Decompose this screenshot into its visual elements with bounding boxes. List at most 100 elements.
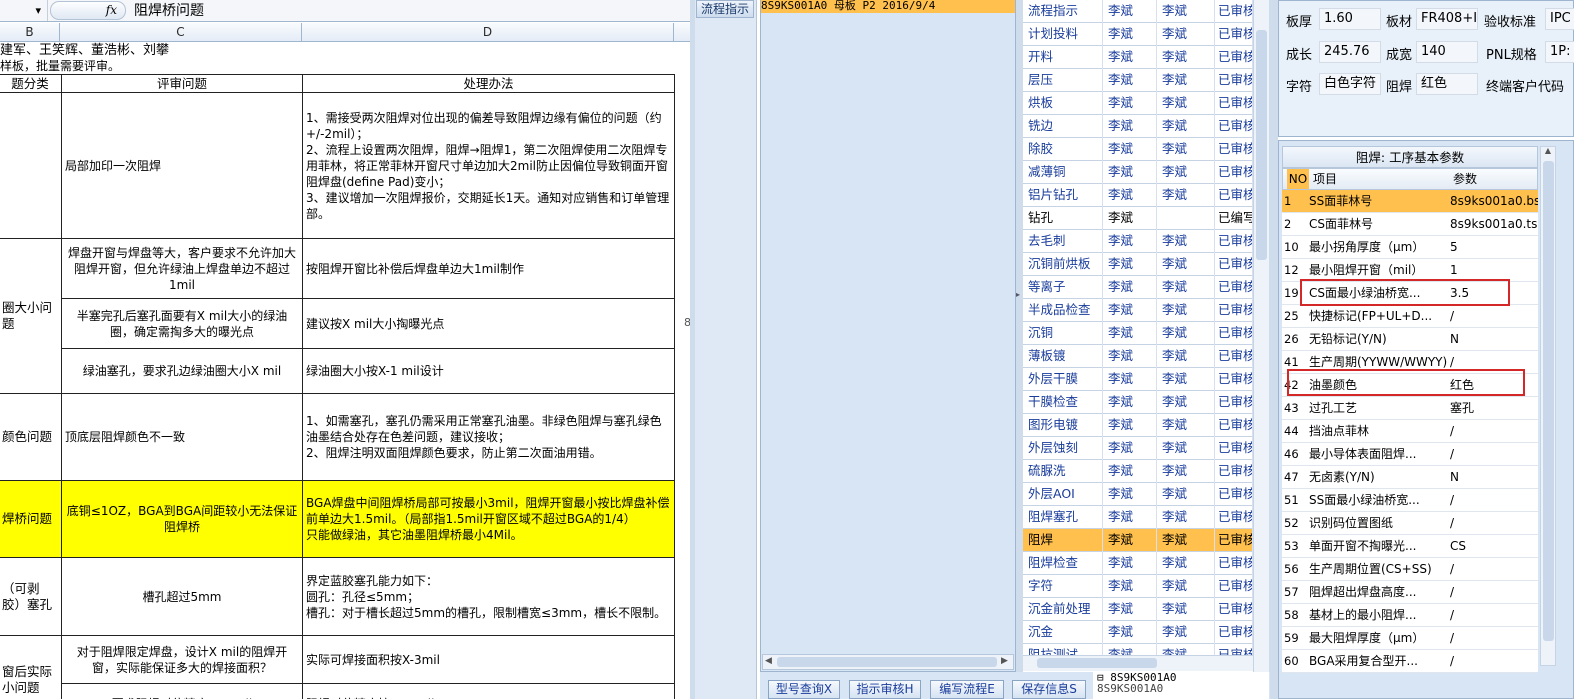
- guide-review-button[interactable]: 指示审核H: [849, 680, 921, 699]
- pnl-field[interactable]: 1P:: [1545, 41, 1574, 63]
- process-row[interactable]: 图形电镀 李斌 李斌 已审核: [1023, 414, 1253, 437]
- param-row[interactable]: 43 过孔工艺 塞孔: [1282, 397, 1538, 420]
- cell-solution[interactable]: 阻焊对位精度按+/-2mil: [302, 683, 675, 699]
- process-row[interactable]: 钻孔 李斌 已编写: [1023, 207, 1253, 230]
- splitter[interactable]: ▸: [1016, 0, 1023, 672]
- cell-solution[interactable]: BGA焊盘中间阻焊桥局部可按最小3mil，阻焊开窗最小按比焊盘补偿前单边大1.5…: [302, 480, 675, 558]
- param-row[interactable]: 47 无卤素(Y/N) N: [1282, 466, 1538, 489]
- length-field[interactable]: 245.76: [1319, 41, 1381, 63]
- cell-solution[interactable]: 绿油圈大小按X-1 mil设计: [302, 348, 675, 394]
- cell-issue[interactable]: 局部加印一次阻焊: [61, 92, 303, 239]
- arrow-left-icon[interactable]: ◀: [765, 656, 772, 666]
- arrow-up-icon[interactable]: ▲: [1540, 146, 1556, 160]
- legend-field[interactable]: 白色字符: [1319, 73, 1381, 95]
- collapse-arrow-icon[interactable]: ▸: [1016, 290, 1020, 299]
- param-row[interactable]: 51 SS面最小绿油桥宽... /: [1282, 489, 1538, 512]
- cell-solution[interactable]: 界定蓝胶塞孔能力如下： 圆孔：孔径≤5mm； 槽孔：对于槽长超过5mm的槽孔，限…: [302, 557, 675, 636]
- material-field[interactable]: FR408+I: [1416, 8, 1478, 30]
- process-row[interactable]: 层压 李斌 李斌 已审核: [1023, 69, 1253, 92]
- cell-solution[interactable]: 实际可焊接面积按X-3mil: [302, 635, 675, 684]
- model-list[interactable]: [760, 0, 1016, 672]
- model-tree[interactable]: ⊟ 8S9KS001A0 8S9KS001A0: [1093, 672, 1269, 699]
- cell-solution[interactable]: 1、如需塞孔，塞孔仍需采用正常塞孔油墨。非绿色阻焊与塞孔绿色油墨结合处存在色差问…: [302, 393, 675, 481]
- cell-solution[interactable]: 1、需接受两次阻焊对位出现的偏差导致阻焊边缘有偏位的问题（约+/-2mil）； …: [302, 92, 675, 239]
- process-row[interactable]: 开料 李斌 李斌 已审核: [1023, 46, 1253, 69]
- process-row[interactable]: 阻焊塞孔 李斌 李斌 已审核: [1023, 506, 1253, 529]
- insert-function-button[interactable]: fx: [50, 1, 126, 20]
- formula-input[interactable]: 阻焊桥问题: [134, 0, 204, 22]
- width-field[interactable]: 140: [1416, 41, 1478, 63]
- thickness-field[interactable]: 1.60: [1319, 8, 1381, 30]
- param-row[interactable]: 60 BGA采用复合型开... /: [1282, 650, 1538, 673]
- process-table[interactable]: 流程指示 李斌 李斌 已审核 计划投料 李斌 李斌 已审核 开料 李斌 李斌 已审核 层压 李斌 李斌 已审核…: [1023, 0, 1253, 657]
- process-row[interactable]: 去毛刺 李斌 李斌 已审核: [1023, 230, 1253, 253]
- param-row[interactable]: 53 单面开窗不掏曝光... CS: [1282, 535, 1538, 558]
- header-issue[interactable]: 评审问题: [61, 74, 303, 93]
- header-solution[interactable]: 处理办法: [302, 74, 675, 93]
- spreadsheet-pane[interactable]: ▾ fx 阻焊桥问题 B C D 建军、王笑辉、董浩彬、刘攀 样板，批量需要评审…: [0, 0, 690, 699]
- scrollbar-thumb[interactable]: [1037, 658, 1157, 668]
- process-row[interactable]: 铣边 李斌 李斌 已审核: [1023, 115, 1253, 138]
- param-row[interactable]: 59 最大阻焊厚度（μm） /: [1282, 627, 1538, 650]
- header-value[interactable]: 参数: [1453, 169, 1477, 189]
- process-row[interactable]: 除胶 李斌 李斌 已审核: [1023, 138, 1253, 161]
- process-row[interactable]: 沉铜 李斌 李斌 已审核: [1023, 322, 1253, 345]
- cell-category[interactable]: 窗后实际小问题: [0, 635, 62, 699]
- mask-field[interactable]: 红色: [1416, 73, 1478, 95]
- header-no[interactable]: NO: [1287, 169, 1309, 189]
- process-row[interactable]: 硫脲洗 李斌 李斌 已审核: [1023, 460, 1253, 483]
- process-row[interactable]: 铝片钻孔 李斌 李斌 已审核: [1023, 184, 1253, 207]
- process-hscrollbar[interactable]: [1023, 655, 1253, 671]
- splitter[interactable]: [1269, 0, 1278, 699]
- cell-category[interactable]: 颜色问题: [0, 393, 62, 481]
- process-row[interactable]: 流程指示 李斌 李斌 已审核: [1023, 0, 1253, 23]
- process-row[interactable]: 字符 李斌 李斌 已审核: [1023, 575, 1253, 598]
- process-row[interactable]: 减薄铜 李斌 李斌 已审核: [1023, 161, 1253, 184]
- name-box-dropdown[interactable]: ▾: [0, 0, 48, 21]
- process-row[interactable]: 沉金 李斌 李斌 已审核: [1023, 621, 1253, 644]
- cell-solution[interactable]: 建议按X mil大小掏曝光点: [302, 298, 675, 349]
- model-list-scrollbar[interactable]: ◀ ▶: [762, 654, 1014, 670]
- arrow-right-icon[interactable]: ▶: [1001, 656, 1008, 666]
- column-header-b[interactable]: B: [0, 23, 60, 42]
- cell-category[interactable]: 圈大小问题: [0, 238, 62, 394]
- header-category[interactable]: 题分类: [0, 74, 62, 93]
- cell-issue[interactable]: 焊盘开窗与焊盘等大，客户要求不允许加大阻焊开窗，但允许绿油上焊盘单边不超过1mi…: [61, 238, 303, 299]
- process-row-selected[interactable]: 阻焊 李斌 李斌 已审核: [1023, 529, 1253, 552]
- process-row[interactable]: 阻焊检查 李斌 李斌 已审核: [1023, 552, 1253, 575]
- param-row[interactable]: 56 生产周期位置(CS+SS) /: [1282, 558, 1538, 581]
- cell-issue[interactable]: 底铜≤1OZ，BGA到BGA间距较小无法保证阻焊桥: [61, 480, 303, 558]
- cell-issue[interactable]: 顶底层阻焊颜色不一致: [61, 393, 303, 481]
- scrollbar-thumb[interactable]: [1256, 30, 1267, 260]
- scrollbar-thumb[interactable]: [777, 657, 997, 667]
- param-row[interactable]: 10 最小拐角厚度（μm） 5: [1282, 236, 1538, 259]
- cell-category[interactable]: （可剥胶）塞孔: [0, 557, 62, 636]
- flow-guide-button[interactable]: 流程指示: [696, 0, 754, 18]
- process-row[interactable]: 等离子 李斌 李斌 已审核: [1023, 276, 1253, 299]
- scrollbar-thumb[interactable]: [1543, 161, 1554, 641]
- edit-flow-button[interactable]: 编写流程E: [930, 680, 1004, 699]
- process-row[interactable]: 计划投料 李斌 李斌 已审核: [1023, 23, 1253, 46]
- param-row[interactable]: 58 基材上的最小阻焊... /: [1282, 604, 1538, 627]
- param-row[interactable]: 46 最小导体表面阻焊... /: [1282, 443, 1538, 466]
- cell-issue[interactable]: 对于阻焊限定焊盘，设计X mil的阻焊开窗，实际能保证多大的焊接面积？: [61, 635, 303, 684]
- model-row-selected[interactable]: 8S9KS001A0 母板 P2 2016/9/4: [761, 0, 1015, 13]
- cell-solution[interactable]: 按阻焊开窗比补偿后焊盘单边大1mil制作: [302, 238, 675, 299]
- param-row[interactable]: 57 阻焊超出焊盘高度... /: [1282, 581, 1538, 604]
- cell-issue[interactable]: 要求阻焊对位精度+/-2mil: [61, 683, 303, 699]
- process-row[interactable]: 薄板镀 李斌 李斌 已审核: [1023, 345, 1253, 368]
- standard-field[interactable]: IPC: [1545, 8, 1574, 30]
- param-row[interactable]: 44 挡油点菲林 /: [1282, 420, 1538, 443]
- param-row[interactable]: 2 CS面菲林号 8s9ks001a0.ts: [1282, 213, 1538, 236]
- param-row[interactable]: 25 快捷标记(FP+UL+D... /: [1282, 305, 1538, 328]
- process-row[interactable]: 烘板 李斌 李斌 已审核: [1023, 92, 1253, 115]
- column-header-c[interactable]: C: [60, 23, 302, 42]
- process-vscrollbar[interactable]: [1253, 0, 1269, 672]
- cell-category[interactable]: 焊桥问题: [0, 480, 62, 558]
- process-row[interactable]: 沉铜前烘板 李斌 李斌 已审核: [1023, 253, 1253, 276]
- tree-node-child[interactable]: 8S9KS001A0: [1093, 683, 1269, 694]
- model-query-button[interactable]: 型号查询X: [768, 680, 840, 699]
- process-row[interactable]: 外层干膜 李斌 李斌 已审核: [1023, 368, 1253, 391]
- process-row[interactable]: 外层AOI 李斌 李斌 已审核: [1023, 483, 1253, 506]
- process-row[interactable]: 半成品检查 李斌 李斌 已审核: [1023, 299, 1253, 322]
